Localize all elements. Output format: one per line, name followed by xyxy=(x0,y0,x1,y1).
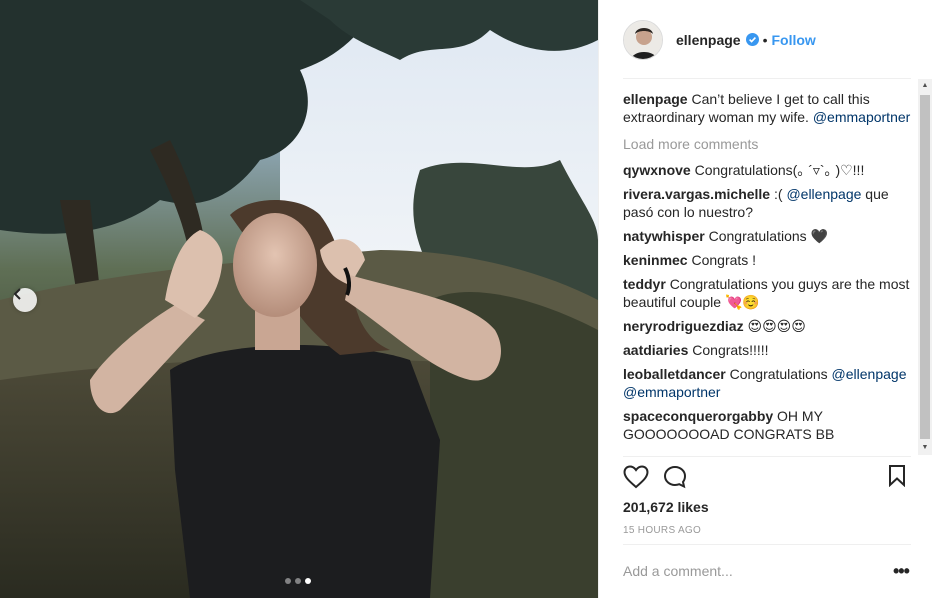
comment-text: Congratulations xyxy=(729,366,832,382)
verified-badge-icon xyxy=(745,33,759,46)
header-separator: • xyxy=(762,31,768,48)
comments-scrollbar[interactable]: ▲ ▼ xyxy=(918,79,932,455)
carousel-dot-active xyxy=(305,578,311,584)
likes-count[interactable]: 201,672 likes xyxy=(623,499,709,515)
comment-item: keninmec Congrats ! xyxy=(623,251,911,269)
chevron-left-icon xyxy=(13,288,21,300)
add-comment-divider xyxy=(623,544,911,545)
comment-item: neryrodriguezdiaz 😍😍😍😍 xyxy=(623,317,911,335)
post-caption: ellenpage Can’t believe I get to call th… xyxy=(623,90,911,126)
load-more-comments-link[interactable]: Load more comments xyxy=(623,135,911,153)
post-photo[interactable] xyxy=(0,0,598,598)
comment-username[interactable]: rivera.vargas.michelle xyxy=(623,186,770,202)
follow-button[interactable]: Follow xyxy=(772,32,816,48)
comment-text: :( xyxy=(774,186,787,202)
comment-mention[interactable]: @ellenpage xyxy=(832,366,907,382)
post-side-panel: ellenpage • Follow ellenpage Can’t belie… xyxy=(598,0,934,598)
comment-username[interactable]: qywxnove xyxy=(623,162,691,178)
comment-item: rivera.vargas.michelle :( @ellenpage que… xyxy=(623,185,911,221)
comment-item: leoballetdancer Congratulations @ellenpa… xyxy=(623,365,911,401)
comment-mention[interactable]: @emmaportner xyxy=(623,384,720,400)
comment-username[interactable]: aatdiaries xyxy=(623,342,688,358)
scroll-up-arrow[interactable]: ▲ xyxy=(921,82,929,90)
scrollbar-thumb[interactable] xyxy=(920,95,930,439)
comment-username[interactable]: natywhisper xyxy=(623,228,705,244)
comment-text: 😍😍😍😍 xyxy=(747,318,806,334)
comment-items: qywxnove Congratulations(｡ ´▿`｡ )♡!!! riv… xyxy=(623,161,911,443)
comment-item: teddyr Congratulations you guys are the … xyxy=(623,275,911,311)
comment-username[interactable]: spaceconquerorgabby xyxy=(623,408,773,424)
carousel-prev-button[interactable] xyxy=(13,288,37,312)
comment-item: natywhisper Congratulations 🖤 xyxy=(623,227,911,245)
post-photo-image xyxy=(0,0,598,598)
caption-mention[interactable]: @emmaportner xyxy=(813,109,910,125)
carousel-indicator xyxy=(285,578,311,584)
comment-username[interactable]: teddyr xyxy=(623,276,666,292)
comment-text: Congratulations(｡ ´▿`｡ )♡!!! xyxy=(694,162,865,178)
add-comment-input[interactable] xyxy=(623,556,873,586)
comment-item: aatdiaries Congrats!!!!! xyxy=(623,341,911,359)
post-actions xyxy=(623,465,911,491)
avatar[interactable] xyxy=(623,19,663,60)
avatar-image xyxy=(624,20,662,59)
comment-username[interactable]: keninmec xyxy=(623,252,688,268)
comment-text: Congrats ! xyxy=(691,252,757,268)
comment-bubble-icon[interactable] xyxy=(663,465,687,494)
more-options-button[interactable]: ••• xyxy=(893,562,910,580)
carousel-dot xyxy=(295,578,301,584)
caption-username[interactable]: ellenpage xyxy=(623,91,688,107)
comment-text: Congratulations 🖤 xyxy=(708,228,828,244)
bookmark-icon[interactable] xyxy=(888,465,906,492)
actions-divider xyxy=(623,456,911,457)
comment-username[interactable]: neryrodriguezdiaz xyxy=(623,318,744,334)
comment-username[interactable]: leoballetdancer xyxy=(623,366,726,382)
comment-item: spaceconquerorgabby OH MY GOOOOOOOAD CON… xyxy=(623,407,911,443)
header-divider xyxy=(623,78,911,79)
comment-item: qywxnove Congratulations(｡ ´▿`｡ )♡!!! xyxy=(623,161,911,179)
post-author-username[interactable]: ellenpage xyxy=(676,32,741,48)
comment-text: Congratulations you guys are the most be… xyxy=(623,276,910,310)
carousel-dot xyxy=(285,578,291,584)
heart-icon[interactable] xyxy=(623,465,649,494)
comment-text: Congrats!!!!! xyxy=(692,342,769,358)
post-timestamp: 15 HOURS AGO xyxy=(623,525,702,536)
comments-list[interactable]: ellenpage Can’t believe I get to call th… xyxy=(623,90,911,456)
comment-mention[interactable]: @ellenpage xyxy=(786,186,861,202)
scroll-down-arrow[interactable]: ▼ xyxy=(921,444,929,452)
post-header: ellenpage • Follow xyxy=(599,0,934,79)
